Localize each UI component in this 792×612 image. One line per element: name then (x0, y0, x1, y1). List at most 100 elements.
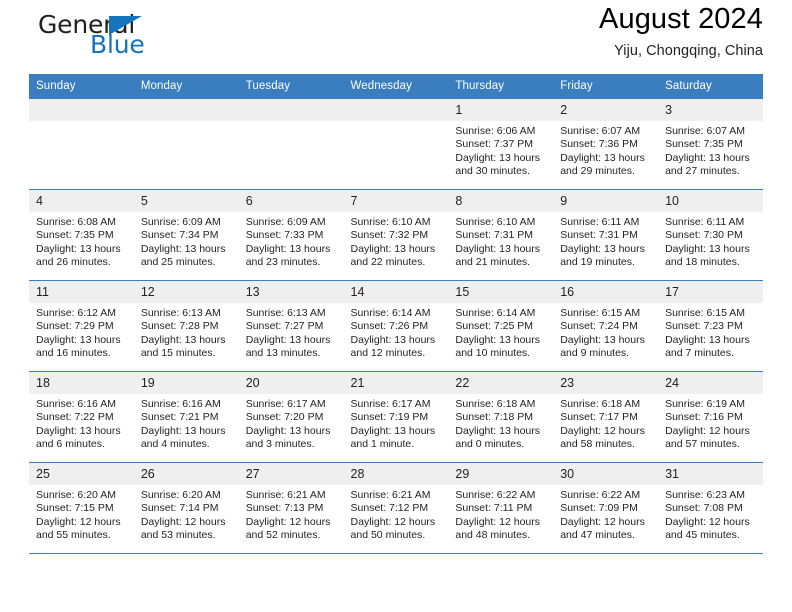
calendar-day-cell[interactable]: 10 Sunrise: 6:11 AM Sunset: 7:30 PM Dayligh… (658, 189, 763, 281)
daylight-text-line1: Daylight: 12 hours (665, 424, 750, 437)
day-number: 22 (448, 372, 554, 394)
general-blue-logo[interactable]: General Blue (29, 8, 259, 64)
day-cell-inner: 21 Sunrise: 6:17 AM Sunset: 7:19 PM Dayligh… (343, 372, 449, 462)
calendar-week-row: 25 Sunrise: 6:20 AM Sunset: 7:15 PM Dayligh… (29, 462, 763, 553)
calendar-day-cell[interactable]: 20 Sunrise: 6:17 AM Sunset: 7:20 PM Dayligh… (238, 371, 344, 463)
daylight-text-line1: Daylight: 13 hours (455, 424, 541, 437)
calendar-day-cell[interactable]: 26 Sunrise: 6:20 AM Sunset: 7:14 PM Dayligh… (133, 462, 239, 553)
sunrise-text: Sunrise: 6:22 AM (560, 489, 641, 501)
day-cell-inner: 17 Sunrise: 6:15 AM Sunset: 7:23 PM Dayligh… (658, 281, 763, 371)
day-number: 31 (658, 463, 763, 485)
sunrise-text: Sunrise: 6:16 AM (140, 398, 221, 410)
calendar-day-cell[interactable]: 8 Sunrise: 6:10 AM Sunset: 7:31 PM Daylight… (448, 189, 554, 281)
calendar-day-cell-empty (238, 98, 344, 190)
day-number: 20 (238, 372, 344, 394)
day-cell-inner: 30 Sunrise: 6:22 AM Sunset: 7:09 PM Dayligh… (553, 463, 659, 553)
daylight-text-line1: Daylight: 13 hours (245, 424, 331, 437)
day-number: 30 (553, 463, 659, 485)
sunset-text: Sunset: 7:36 PM (560, 138, 638, 151)
weekday-header-saturday: Saturday (658, 74, 763, 99)
day-sun-info: Sunrise: 6:19 AM Sunset: 7:16 PM Daylight:… (658, 394, 763, 452)
calendar-day-cell[interactable]: 24 Sunrise: 6:19 AM Sunset: 7:16 PM Dayligh… (658, 371, 763, 463)
day-sun-info: Sunrise: 6:22 AM Sunset: 7:09 PM Daylight:… (553, 485, 658, 543)
sunset-text: Sunset: 7:30 PM (665, 229, 743, 242)
day-sun-info: Sunrise: 6:21 AM Sunset: 7:12 PM Daylight:… (344, 485, 449, 543)
day-number: 23 (553, 372, 659, 394)
calendar-day-cell[interactable]: 5 Sunrise: 6:09 AM Sunset: 7:34 PM Daylight… (133, 189, 239, 281)
daylight-text-line1: Daylight: 12 hours (350, 515, 436, 528)
calendar-day-cell[interactable]: 1 Sunrise: 6:06 AM Sunset: 7:37 PM Daylight… (448, 98, 554, 190)
sunset-text: Sunset: 7:35 PM (36, 229, 114, 242)
calendar-day-cell[interactable]: 18 Sunrise: 6:16 AM Sunset: 7:22 PM Dayligh… (29, 371, 134, 463)
calendar-day-cell[interactable]: 4 Sunrise: 6:08 AM Sunset: 7:35 PM Daylight… (29, 189, 134, 281)
sunset-text: Sunset: 7:18 PM (455, 411, 534, 424)
weekday-header-tuesday: Tuesday (238, 74, 344, 99)
daylight-text-line1: Daylight: 13 hours (665, 333, 750, 346)
calendar-day-cell[interactable]: 12 Sunrise: 6:13 AM Sunset: 7:28 PM Dayligh… (133, 280, 239, 372)
calendar-day-cell[interactable]: 19 Sunrise: 6:16 AM Sunset: 7:21 PM Dayligh… (133, 371, 239, 463)
calendar-day-cell[interactable]: 2 Sunrise: 6:07 AM Sunset: 7:36 PM Daylight… (553, 98, 659, 190)
sunrise-text: Sunrise: 6:14 AM (455, 307, 536, 319)
calendar-day-cell[interactable]: 22 Sunrise: 6:18 AM Sunset: 7:18 PM Dayligh… (448, 371, 554, 463)
sunset-text: Sunset: 7:14 PM (140, 502, 219, 515)
calendar-day-cell[interactable]: 11 Sunrise: 6:12 AM Sunset: 7:29 PM Dayligh… (29, 280, 134, 372)
sunrise-text: Sunrise: 6:16 AM (36, 398, 116, 410)
calendar-day-cell[interactable]: 16 Sunrise: 6:15 AM Sunset: 7:24 PM Dayligh… (553, 280, 659, 372)
day-cell-inner: 8 Sunrise: 6:10 AM Sunset: 7:31 PM Daylight… (448, 190, 554, 280)
calendar-day-cell[interactable]: 17 Sunrise: 6:15 AM Sunset: 7:23 PM Dayligh… (658, 280, 763, 372)
day-number: 2 (553, 99, 659, 121)
sunrise-text: Sunrise: 6:20 AM (140, 489, 221, 501)
calendar-day-cell[interactable]: 28 Sunrise: 6:21 AM Sunset: 7:12 PM Dayligh… (343, 462, 449, 553)
sunset-text: Sunset: 7:26 PM (350, 320, 429, 333)
calendar-day-cell[interactable]: 31 Sunrise: 6:23 AM Sunset: 7:08 PM Dayligh… (658, 462, 763, 553)
sunset-text: Sunset: 7:33 PM (245, 229, 324, 242)
daylight-text-line2: and 13 minutes. (245, 347, 321, 360)
calendar-day-cell[interactable]: 3 Sunrise: 6:07 AM Sunset: 7:35 PM Daylight… (658, 98, 763, 190)
calendar-day-cell[interactable]: 25 Sunrise: 6:20 AM Sunset: 7:15 PM Dayligh… (29, 462, 134, 553)
daylight-text-line1: Daylight: 12 hours (245, 515, 331, 528)
day-sun-info: Sunrise: 6:10 AM Sunset: 7:31 PM Daylight:… (448, 212, 553, 270)
day-sun-info: Sunrise: 6:10 AM Sunset: 7:32 PM Daylight:… (344, 212, 449, 270)
day-sun-info: Sunrise: 6:11 AM Sunset: 7:31 PM Daylight:… (553, 212, 658, 270)
day-number: 10 (658, 190, 763, 212)
calendar-day-cell[interactable]: 13 Sunrise: 6:13 AM Sunset: 7:27 PM Dayligh… (238, 280, 344, 372)
day-number: 28 (343, 463, 449, 485)
day-number: 7 (343, 190, 449, 212)
calendar-day-cell[interactable]: 21 Sunrise: 6:17 AM Sunset: 7:19 PM Dayligh… (343, 371, 449, 463)
day-number (343, 99, 449, 121)
daylight-text-line1: Daylight: 13 hours (665, 242, 750, 255)
daylight-text-line2: and 12 minutes. (350, 347, 426, 360)
day-cell-inner: 14 Sunrise: 6:14 AM Sunset: 7:26 PM Dayligh… (343, 281, 449, 371)
calendar-day-cell[interactable]: 15 Sunrise: 6:14 AM Sunset: 7:25 PM Dayligh… (448, 280, 554, 372)
calendar-day-cell[interactable]: 29 Sunrise: 6:22 AM Sunset: 7:11 PM Dayligh… (448, 462, 554, 553)
calendar-day-cell[interactable]: 7 Sunrise: 6:10 AM Sunset: 7:32 PM Daylight… (343, 189, 449, 281)
calendar-day-cell[interactable]: 23 Sunrise: 6:18 AM Sunset: 7:17 PM Dayligh… (553, 371, 659, 463)
calendar-day-cell[interactable]: 9 Sunrise: 6:11 AM Sunset: 7:31 PM Daylight… (553, 189, 659, 281)
weekday-header-sunday: Sunday (29, 74, 134, 99)
calendar-body: 1 Sunrise: 6:06 AM Sunset: 7:37 PM Daylight… (29, 98, 763, 553)
day-cell-inner: 16 Sunrise: 6:15 AM Sunset: 7:24 PM Dayligh… (553, 281, 659, 371)
calendar-day-cell[interactable]: 30 Sunrise: 6:22 AM Sunset: 7:09 PM Dayligh… (553, 462, 659, 553)
daylight-text-line2: and 19 minutes. (560, 256, 635, 269)
daylight-text-line2: and 22 minutes. (350, 256, 426, 269)
calendar-day-cell[interactable]: 6 Sunrise: 6:09 AM Sunset: 7:33 PM Daylight… (238, 189, 344, 281)
day-number: 19 (133, 372, 239, 394)
daylight-text-line2: and 27 minutes. (665, 165, 740, 178)
day-cell-inner: 25 Sunrise: 6:20 AM Sunset: 7:15 PM Dayligh… (29, 463, 134, 553)
sunrise-text: Sunrise: 6:08 AM (36, 216, 116, 228)
day-cell-inner (343, 99, 449, 189)
sunset-text: Sunset: 7:15 PM (36, 502, 114, 515)
day-cell-inner: 23 Sunrise: 6:18 AM Sunset: 7:17 PM Dayligh… (553, 372, 659, 462)
calendar-bottom-rule (29, 553, 763, 554)
daylight-text-line1: Daylight: 13 hours (350, 333, 436, 346)
day-cell-inner: 26 Sunrise: 6:20 AM Sunset: 7:14 PM Dayligh… (133, 463, 239, 553)
sunrise-text: Sunrise: 6:10 AM (350, 216, 431, 228)
daylight-text-line1: Daylight: 13 hours (36, 333, 121, 346)
sunrise-text: Sunrise: 6:17 AM (350, 398, 431, 410)
calendar-day-cell-empty (343, 98, 449, 190)
calendar-day-cell[interactable]: 14 Sunrise: 6:14 AM Sunset: 7:26 PM Dayligh… (343, 280, 449, 372)
day-sun-info: Sunrise: 6:14 AM Sunset: 7:26 PM Daylight:… (344, 303, 449, 361)
calendar-day-cell[interactable]: 27 Sunrise: 6:21 AM Sunset: 7:13 PM Dayligh… (238, 462, 344, 553)
daylight-text-line2: and 52 minutes. (245, 529, 321, 542)
calendar-day-cell-empty (133, 98, 239, 190)
